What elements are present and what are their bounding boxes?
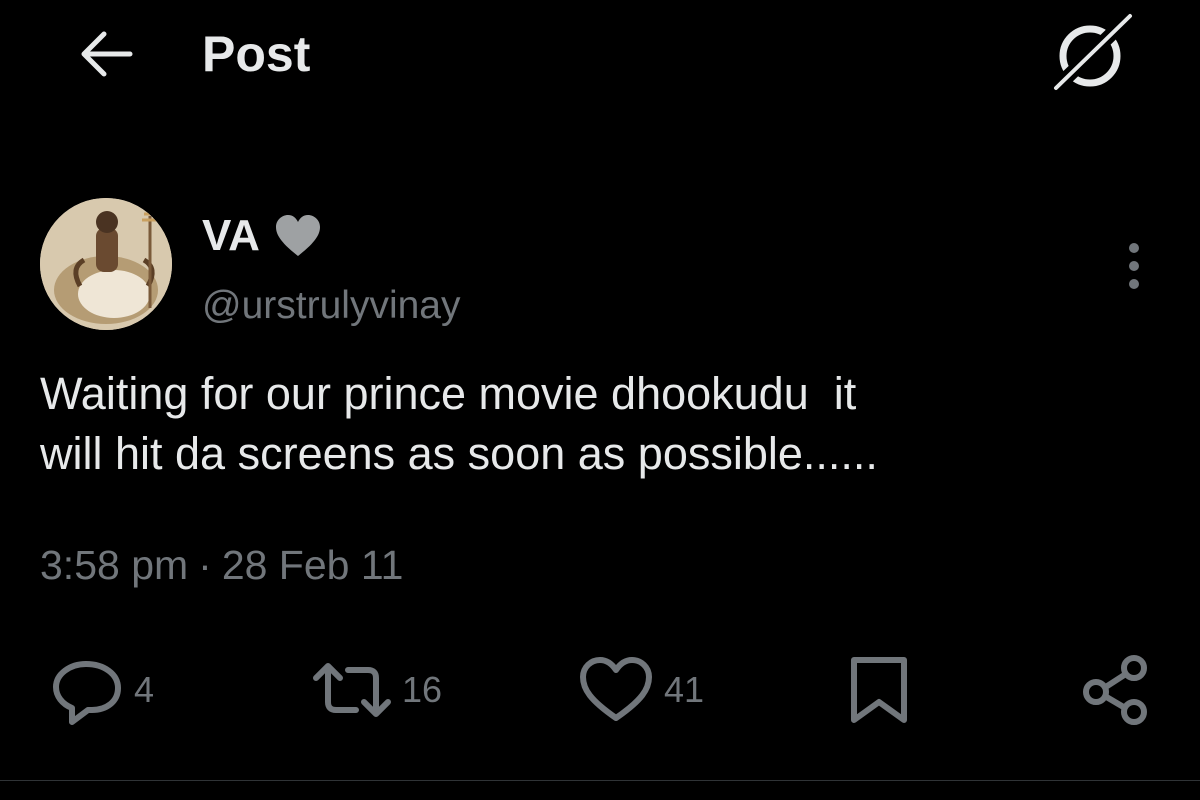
meta-separator: · — [198, 542, 212, 588]
share-button[interactable] — [1080, 650, 1152, 730]
bookmark-button[interactable] — [846, 650, 912, 730]
post-meta: 3:58 pm · 28 Feb 11 — [40, 540, 403, 590]
share-icon — [1080, 654, 1152, 726]
reply-count: 4 — [134, 669, 155, 710]
grok-icon[interactable] — [1050, 12, 1136, 92]
avatar[interactable] — [40, 198, 172, 330]
post-text: Waiting for our prince movie dhookudu it… — [40, 368, 878, 479]
author-name-row: VA — [202, 208, 322, 264]
action-bar: 4 16 41 — [0, 650, 1200, 730]
repost-button[interactable]: 16 — [312, 650, 442, 730]
repost-icon — [312, 654, 392, 726]
reply-button[interactable]: 4 — [52, 650, 154, 730]
page-title: Post — [202, 26, 311, 82]
author-handle[interactable]: @urstrulyvinay — [202, 282, 461, 330]
top-bar: Post — [0, 0, 1200, 110]
more-options-icon[interactable] — [1112, 238, 1156, 294]
like-count: 41 — [664, 669, 705, 710]
grey-heart-icon — [274, 214, 322, 258]
reply-icon — [52, 654, 124, 726]
post-time[interactable]: 3:58 pm — [40, 542, 188, 588]
like-button[interactable]: 41 — [578, 650, 704, 730]
author-name[interactable]: VA — [202, 208, 260, 264]
bookmark-icon — [846, 654, 912, 726]
post-date[interactable]: 28 Feb 11 — [222, 542, 404, 588]
heart-icon — [578, 656, 654, 724]
divider — [0, 780, 1200, 781]
repost-count: 16 — [402, 669, 443, 710]
arrow-left-icon[interactable] — [74, 26, 138, 82]
